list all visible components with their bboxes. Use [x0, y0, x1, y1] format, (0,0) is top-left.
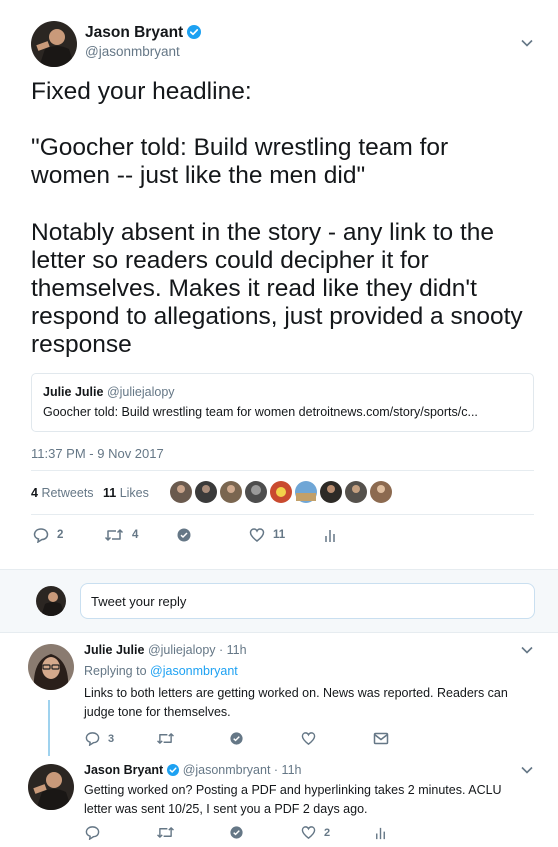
quoted-tweet[interactable]: Julie Julie @juliejalopy Goocher told: B…	[31, 373, 534, 432]
verified-badge-icon	[167, 764, 180, 776]
chevron-down-icon[interactable]	[520, 645, 534, 655]
reply-time[interactable]: · 11h	[219, 643, 247, 657]
replying-to-label: Replying to	[84, 664, 147, 678]
composer-avatar	[36, 586, 66, 616]
mail-icon	[373, 732, 389, 745]
reply-avatar[interactable]	[28, 764, 74, 810]
quoted-author: Julie Julie @juliejalopy	[43, 385, 175, 399]
analytics-button[interactable]	[373, 825, 388, 840]
liker-avatar	[170, 481, 192, 503]
verified-badge-icon	[187, 25, 202, 39]
chevron-down-icon[interactable]	[520, 765, 534, 775]
retweet-icon	[157, 733, 174, 744]
reply-author-name[interactable]: Julie Julie	[84, 643, 144, 657]
reply-header: Jason Bryant @jasonmbryant · 11h	[84, 763, 301, 777]
retweet-icon	[104, 529, 124, 541]
retweet-button[interactable]: 4	[104, 527, 138, 543]
analytics-icon	[376, 827, 385, 840]
reply-input[interactable]: Tweet your reply	[80, 583, 535, 619]
likes-stat[interactable]: 11 Likes	[103, 486, 149, 500]
like-count: 11	[273, 529, 286, 541]
replying-to: Replying to @jasonmbryant	[84, 664, 238, 678]
tweet-text-line: "Goocher told: Build wrestling team for …	[31, 134, 449, 190]
likes-count: 11	[103, 486, 117, 500]
liker-avatar	[295, 481, 317, 503]
liker-avatar	[320, 481, 342, 503]
reply-count: 3	[108, 732, 115, 745]
retweet-count: 4	[132, 529, 139, 541]
chevron-down-icon[interactable]	[520, 38, 534, 48]
dm-button[interactable]	[229, 825, 244, 840]
reply-icon	[85, 732, 100, 746]
retweet-icon	[157, 827, 174, 838]
author-name[interactable]: Jason Bryant	[85, 24, 183, 41]
liker-avatar	[245, 481, 267, 503]
retweets-label: Retweets	[41, 486, 94, 500]
quoted-name: Julie Julie	[43, 385, 104, 399]
thread-line	[48, 700, 50, 756]
liker-avatars	[167, 478, 407, 506]
reply-button[interactable]	[85, 825, 100, 840]
author-avatar[interactable]	[31, 21, 77, 67]
analytics-icon	[325, 530, 335, 542]
reply-count: 2	[57, 529, 64, 541]
like-count: 2	[324, 826, 331, 839]
dm-button[interactable]	[176, 527, 192, 543]
liker-avatar	[270, 481, 292, 503]
retweet-button[interactable]	[156, 731, 175, 746]
reply-icon	[85, 826, 100, 840]
reply-icon	[33, 528, 49, 543]
tweet-text-line: Fixed your headline:	[31, 78, 252, 105]
tweet-text-line: Notably absent in the story - any link t…	[31, 218, 523, 359]
retweets-count: 4	[31, 486, 38, 500]
liker-avatar	[220, 481, 242, 503]
like-icon	[249, 528, 265, 542]
author-handle[interactable]: @jasonmbryant	[85, 44, 180, 59]
author-name-row[interactable]: Jason Bryant	[85, 24, 202, 42]
liker-avatar	[370, 481, 392, 503]
reply-time[interactable]: · 11h	[274, 763, 302, 777]
dm-button[interactable]	[229, 731, 244, 746]
divider	[31, 470, 534, 471]
dm-icon	[230, 732, 243, 745]
tweet-text: Fixed your headline: "Goocher told: Buil…	[31, 78, 531, 360]
like-button[interactable]: 11	[249, 527, 285, 543]
likes-label: Likes	[119, 486, 149, 500]
tweet-timestamp[interactable]: 11:37 PM - 9 Nov 2017	[31, 446, 164, 461]
like-icon	[301, 826, 316, 840]
reply-avatar[interactable]	[28, 644, 74, 690]
replying-to-handle[interactable]: @jasonmbryant	[150, 664, 238, 678]
liker-avatar	[345, 481, 367, 503]
dm-icon	[230, 826, 243, 839]
message-button[interactable]	[373, 731, 389, 746]
retweet-button[interactable]	[156, 825, 175, 840]
quoted-handle: @juliejalopy	[106, 385, 175, 399]
reply-text: Links to both letters are getting worked…	[84, 686, 508, 719]
retweets-stat[interactable]: 4 Retweets	[31, 486, 94, 500]
like-icon	[301, 732, 316, 746]
divider	[31, 514, 534, 515]
dm-icon	[177, 528, 191, 542]
liker-avatar	[195, 481, 217, 503]
reply-author-handle[interactable]: @juliejalopy	[148, 643, 216, 657]
reply-text: Getting worked on? Posting a PDF and hyp…	[84, 783, 502, 816]
reply-button[interactable]: 3	[85, 731, 114, 746]
like-button[interactable]	[301, 731, 316, 746]
reply-author-handle[interactable]: @jasonmbryant	[183, 763, 271, 777]
analytics-button[interactable]	[322, 527, 338, 543]
reply-header: Julie Julie @juliejalopy · 11h	[84, 643, 247, 657]
like-button[interactable]: 2	[301, 825, 330, 840]
quoted-text: Goocher told: Build wrestling team for w…	[43, 405, 478, 419]
reply-button[interactable]: 2	[33, 527, 63, 543]
reply-author-name[interactable]: Jason Bryant	[84, 763, 163, 777]
